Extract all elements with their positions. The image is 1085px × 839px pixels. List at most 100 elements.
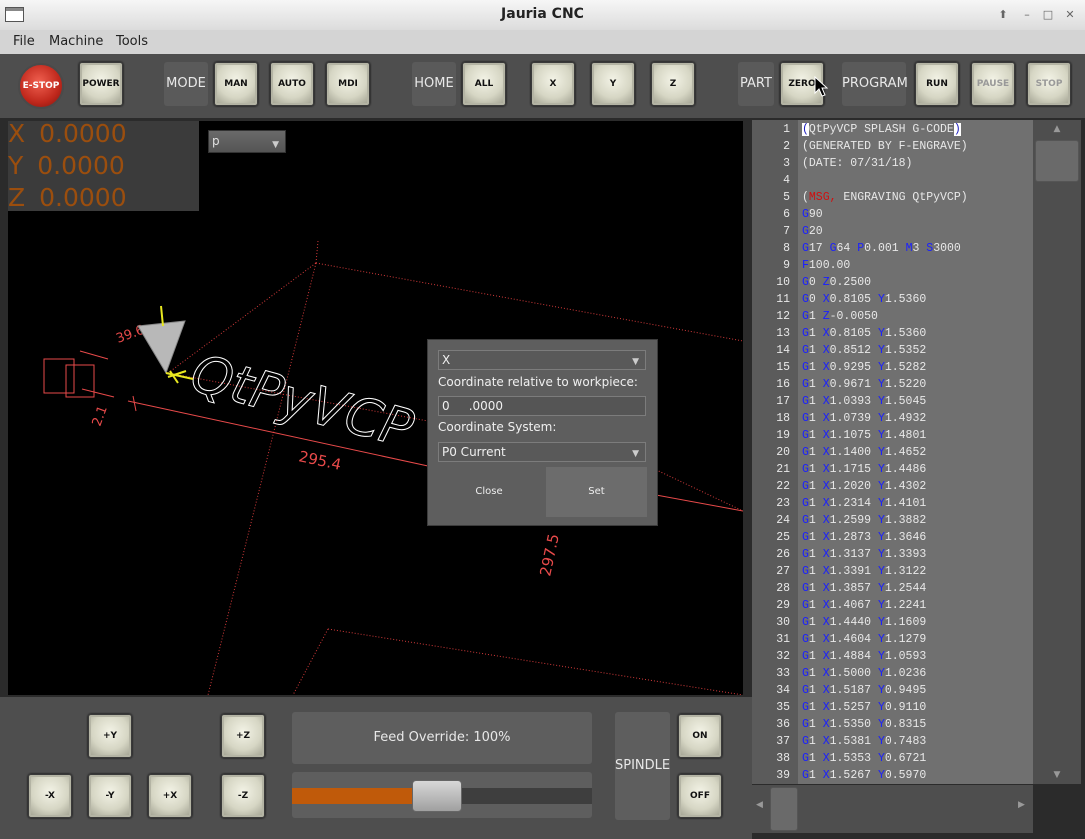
jog-x-plus-button[interactable]: +X [148, 774, 192, 818]
axis-select[interactable]: X ▼ [438, 350, 646, 370]
menu-tools[interactable]: Tools [116, 34, 148, 49]
gcode-line[interactable]: 29 G1 X1.4067 Y1.2241 [752, 597, 1033, 614]
close-button[interactable]: Close [438, 467, 540, 517]
view-select[interactable]: p ▼ [208, 130, 286, 153]
home-y-button[interactable]: Y [591, 62, 635, 106]
coord-input[interactable]: 0 .0000 [438, 396, 646, 416]
gcode-line[interactable]: 24 G1 X1.2599 Y1.3882 [752, 512, 1033, 529]
estop-button[interactable]: E-STOP [18, 63, 64, 109]
gcode-line-number: 18 [776, 412, 790, 425]
home-label: HOME [412, 62, 456, 106]
menu-machine[interactable]: Machine [49, 34, 103, 49]
gcode-line[interactable]: 28 G1 X1.3857 Y1.2544 [752, 580, 1033, 597]
gcode-line[interactable]: 2 (GENERATED BY F-ENGRAVE) [752, 138, 1033, 155]
stop-button[interactable]: STOP [1027, 62, 1071, 106]
gcode-line[interactable]: 39 G1 X1.5267 Y0.5970 [752, 767, 1033, 784]
gcode-line[interactable]: 23 G1 X1.2314 Y1.4101 [752, 495, 1033, 512]
jog-x-minus-button[interactable]: -X [28, 774, 72, 818]
gcode-line[interactable]: 25 G1 X1.2873 Y1.3646 [752, 529, 1033, 546]
dro-x-axis: X [8, 119, 26, 148]
slider-handle[interactable] [412, 780, 462, 812]
power-button[interactable]: POWER [79, 62, 123, 106]
gcode-line[interactable]: 3 (DATE: 07/31/18) [752, 155, 1033, 172]
scroll-up-icon[interactable]: ▲ [1033, 120, 1081, 138]
gcode-line-text: (QtPyVCP SPLASH G-CODE) [802, 121, 961, 138]
gcode-line[interactable]: 38 G1 X1.5353 Y0.6721 [752, 750, 1033, 767]
gcode-token: Y [877, 293, 885, 306]
menu-file[interactable]: File [13, 34, 35, 49]
close-icon[interactable]: ✕ [1063, 8, 1077, 22]
gcode-line[interactable]: 14 G1 X0.8512 Y1.5352 [752, 342, 1033, 359]
gcode-line[interactable]: 7 G20 [752, 223, 1033, 240]
system-select[interactable]: P0 Current ▼ [438, 442, 646, 462]
gcode-line-number: 13 [776, 327, 790, 340]
gcode-line[interactable]: 9 F100.00 [752, 257, 1033, 274]
gcode-line[interactable]: 34 G1 X1.5187 Y0.9495 [752, 682, 1033, 699]
feed-override-slider[interactable] [292, 772, 592, 818]
gcode-line[interactable]: 17 G1 X1.0393 Y1.5045 [752, 393, 1033, 410]
home-x-button[interactable]: X [531, 62, 575, 106]
shade-up-icon[interactable]: ⬆ [996, 8, 1010, 22]
gcode-line[interactable]: 8 G17 G64 P0.001 M3 S3000 [752, 240, 1033, 257]
gcode-line-text: G1 X1.4884 Y1.0593 [802, 648, 926, 665]
gcode-token: 1.1279 [884, 633, 927, 646]
gcode-line[interactable]: 16 G1 X0.9671 Y1.5220 [752, 376, 1033, 393]
gcode-line[interactable]: 35 G1 X1.5257 Y0.9110 [752, 699, 1033, 716]
gcode-line[interactable]: 22 G1 X1.2020 Y1.4302 [752, 478, 1033, 495]
gcode-line-number: 25 [776, 531, 790, 544]
gcode-token: X [822, 463, 830, 476]
gcode-token: 0.8105 [829, 293, 878, 306]
scroll-right-icon[interactable]: ▶ [1018, 800, 1025, 810]
gcode-line[interactable]: 33 G1 X1.5000 Y1.0236 [752, 665, 1033, 682]
maximize-icon[interactable]: □ [1041, 8, 1055, 22]
gcode-line[interactable]: 1 (QtPyVCP SPLASH G-CODE) [752, 121, 1033, 138]
gcode-line[interactable]: 19 G1 X1.1075 Y1.4801 [752, 427, 1033, 444]
gcode-token: Z [822, 276, 830, 289]
home-z-button[interactable]: Z [651, 62, 695, 106]
gcode-token: ( [802, 191, 809, 204]
gcode-line[interactable]: 5 (MSG, ENGRAVING QtPyVCP) [752, 189, 1033, 206]
gcode-line[interactable]: 15 G1 X0.9295 Y1.5282 [752, 359, 1033, 376]
gcode-line[interactable]: 13 G1 X0.8105 Y1.5360 [752, 325, 1033, 342]
auto-button[interactable]: AUTO [270, 62, 314, 106]
gcode-line[interactable]: 18 G1 X1.0739 Y1.4932 [752, 410, 1033, 427]
gcode-line-text: G1 X1.1715 Y1.4486 [802, 461, 926, 478]
jog-y-minus-button[interactable]: -Y [88, 774, 132, 818]
scroll-down-icon[interactable]: ▼ [1033, 766, 1081, 784]
coord-input-value: 0 .0000 [442, 399, 504, 413]
spindle-off-button[interactable]: OFF [678, 774, 722, 818]
gcode-line[interactable]: 21 G1 X1.1715 Y1.4486 [752, 461, 1033, 478]
horizontal-scrollbar[interactable]: ◀ ▶ [752, 785, 1033, 833]
vertical-scrollbar[interactable]: ▲ ▼ [1033, 120, 1081, 784]
gcode-line[interactable]: 36 G1 X1.5350 Y0.8315 [752, 716, 1033, 733]
scroll-left-icon[interactable]: ◀ [756, 800, 763, 810]
gcode-line[interactable]: 32 G1 X1.4884 Y1.0593 [752, 648, 1033, 665]
gcode-line[interactable]: 12 G1 Z-0.0050 [752, 308, 1033, 325]
gcode-line[interactable]: 37 G1 X1.5381 Y0.7483 [752, 733, 1033, 750]
gcode-line[interactable]: 30 G1 X1.4440 Y1.1609 [752, 614, 1033, 631]
spindle-on-button[interactable]: ON [678, 714, 722, 758]
set-button[interactable]: Set [546, 467, 647, 517]
jog-z-plus-button[interactable]: +Z [221, 714, 265, 758]
pause-button[interactable]: PAUSE [971, 62, 1015, 106]
gcode-editor[interactable]: 1 (QtPyVCP SPLASH G-CODE) 2 (GENERATED BY F… [752, 120, 1033, 784]
gcode-line[interactable]: 10 G0 Z0.2500 [752, 274, 1033, 291]
gcode-line[interactable]: 26 G1 X1.3137 Y1.3393 [752, 546, 1033, 563]
gcode-line[interactable]: 31 G1 X1.4604 Y1.1279 [752, 631, 1033, 648]
mdi-button[interactable]: MDI [326, 62, 370, 106]
run-button[interactable]: RUN [915, 62, 959, 106]
vertical-scroll-thumb[interactable] [1035, 140, 1079, 182]
minimize-icon[interactable]: – [1020, 8, 1034, 22]
gcode-line[interactable]: 11 G0 X0.8105 Y1.5360 [752, 291, 1033, 308]
horizontal-scroll-thumb[interactable] [770, 787, 798, 831]
gcode-line[interactable]: 4 [752, 172, 1033, 189]
gcode-line[interactable]: 6 G90 [752, 206, 1033, 223]
slider-track[interactable] [292, 780, 592, 812]
gcode-token: X [822, 701, 830, 714]
man-button[interactable]: MAN [214, 62, 258, 106]
home-all-button[interactable]: ALL [462, 62, 506, 106]
gcode-line[interactable]: 20 G1 X1.1400 Y1.4652 [752, 444, 1033, 461]
jog-z-minus-button[interactable]: -Z [221, 774, 265, 818]
jog-y-plus-button[interactable]: +Y [88, 714, 132, 758]
gcode-line[interactable]: 27 G1 X1.3391 Y1.3122 [752, 563, 1033, 580]
